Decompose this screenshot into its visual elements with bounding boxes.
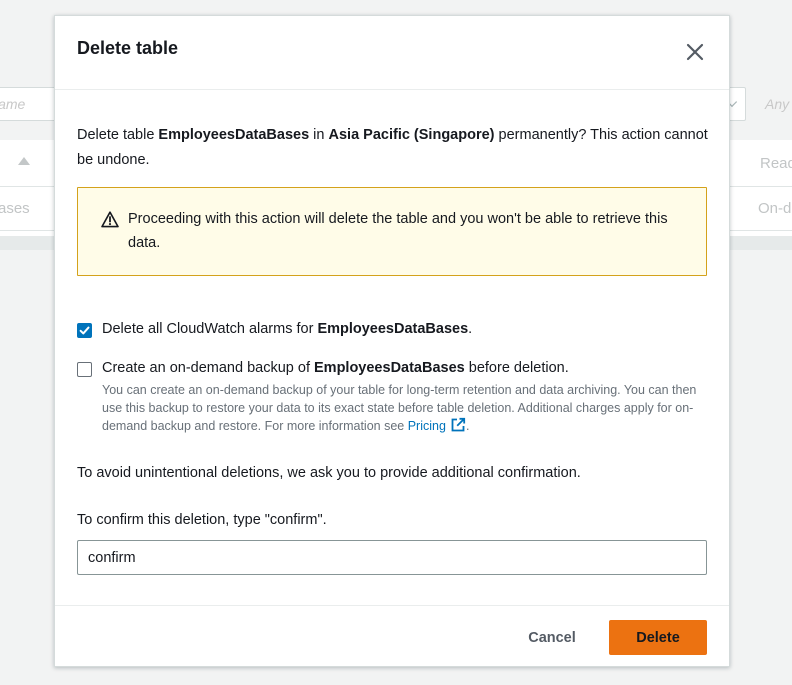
delete-button[interactable]: Delete — [609, 620, 707, 655]
modal-header: Delete table — [55, 16, 729, 90]
background-column-header: Read — [760, 155, 792, 172]
background-row-capacity: On-d — [758, 200, 792, 217]
backup-description: You can create an on-demand backup of yo… — [102, 381, 712, 435]
warning-text: Proceeding with this action will delete … — [128, 211, 668, 251]
modal-footer: Cancel Delete — [55, 605, 729, 667]
delete-alarms-label-suffix: . — [468, 321, 473, 337]
close-icon — [686, 43, 704, 61]
pricing-link-text: Pricing — [407, 419, 446, 433]
create-backup-label[interactable]: Create an on-demand backup of EmployeesD… — [102, 360, 569, 376]
confirmation-info-text: To avoid unintentional deletions, we ask… — [77, 465, 581, 481]
pricing-link[interactable]: Pricing — [407, 417, 466, 433]
warning-icon — [101, 211, 119, 228]
confirm-input[interactable] — [77, 540, 707, 575]
backup-description-end: . — [465, 419, 470, 433]
backup-label-suffix: before deletion. — [464, 360, 569, 376]
delete-alarms-table-name: EmployeesDataBases — [317, 321, 469, 337]
intro-region: Asia Pacific (Singapore) — [328, 127, 495, 143]
create-backup-checkbox[interactable] — [77, 362, 92, 377]
delete-alarms-label-prefix: Delete all CloudWatch alarms for — [102, 321, 318, 337]
sort-ascending-icon — [18, 157, 30, 165]
delete-intro-text: Delete table EmployeesDataBases in Asia … — [77, 123, 709, 173]
intro-middle: in — [309, 127, 329, 143]
background-row-name: ases — [0, 200, 30, 217]
background-select-placeholder: Any — [765, 96, 790, 112]
delete-table-modal: Delete table Delete table EmployeesDataB… — [54, 15, 730, 667]
warning-alert: Proceeding with this action will delete … — [77, 187, 707, 276]
backup-description-text: You can create an on-demand backup of yo… — [102, 383, 697, 433]
backup-label-prefix: Create an on-demand backup of — [102, 360, 314, 376]
checkmark-icon — [79, 326, 90, 335]
confirm-field-label: To confirm this deletion, type "confirm"… — [77, 512, 327, 528]
external-link-icon — [451, 417, 466, 432]
intro-prefix: Delete table — [77, 127, 159, 143]
modal-title: Delete table — [77, 38, 179, 58]
close-button[interactable] — [683, 40, 707, 64]
cancel-button[interactable]: Cancel — [511, 620, 593, 655]
delete-alarms-checkbox[interactable] — [77, 323, 92, 338]
delete-alarms-label[interactable]: Delete all CloudWatch alarms for Employe… — [102, 321, 472, 337]
intro-table-name: EmployeesDataBases — [158, 127, 310, 143]
backup-table-name: EmployeesDataBases — [314, 360, 465, 376]
background-filter-placeholder: Name — [0, 96, 26, 112]
